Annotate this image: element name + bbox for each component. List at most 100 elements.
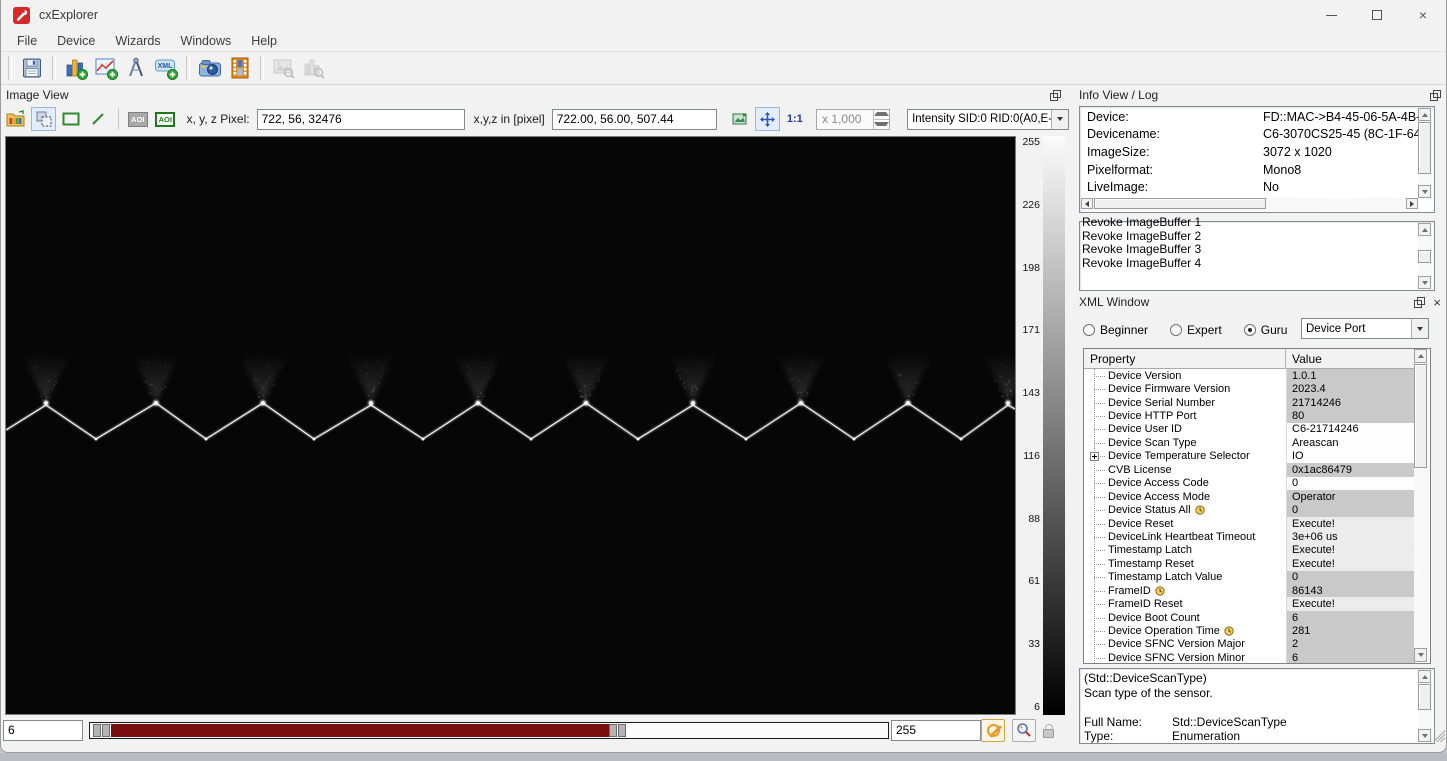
scroll-down-button[interactable] [1418,729,1431,742]
scroll-down-button[interactable] [1414,648,1427,662]
value-cell[interactable]: Operator [1286,489,1415,504]
menu-item-file[interactable]: File [7,32,47,50]
value-cell[interactable]: IO [1286,449,1415,464]
range-slider-left-handle[interactable] [93,723,101,737]
value-cell[interactable]: 0 [1286,476,1415,490]
spinner-up-button[interactable] [874,110,890,119]
table-row[interactable]: DeviceLink Heartbeat Timeout 3e+06 us [1084,530,1415,544]
table-vscrollbar[interactable] [1414,349,1429,662]
table-row[interactable]: Timestamp Latch Value 0 [1084,570,1415,584]
value-cell[interactable]: 2 [1286,637,1415,652]
pan-tool-button[interactable] [755,107,780,131]
radio-option-guru[interactable]: Guru [1243,323,1287,337]
export-image-button[interactable] [728,107,752,131]
table-row[interactable]: Device SFNC Version Major 2 [1084,637,1415,652]
value-cell[interactable]: 86143 [1286,584,1415,598]
maximize-button[interactable] [1354,0,1400,30]
table-row[interactable]: Device User ID C6-21714246 [1084,422,1415,437]
table-row[interactable]: Timestamp Latch Execute! [1084,543,1415,558]
table-row[interactable]: Device Operation Time 281 [1084,624,1415,638]
scroll-up-button[interactable] [1418,670,1431,683]
float-panel-icon[interactable] [1414,296,1426,308]
open-image-button[interactable] [4,107,28,131]
value-cell[interactable]: Areascan [1286,436,1415,450]
window-resize-grip[interactable] [1432,729,1445,742]
value-cell[interactable]: 1.0.1 [1286,369,1415,383]
scroll-thumb[interactable] [1414,364,1427,468]
table-row[interactable]: Device Firmware Version 2023.4 [1084,382,1415,396]
scroll-down-button[interactable] [1418,185,1431,198]
scroll-thumb[interactable] [1418,684,1431,710]
value-cell[interactable]: 3e+06 us [1286,530,1415,544]
spinner-down-button[interactable] [874,118,890,129]
menu-item-wizards[interactable]: Wizards [105,32,170,50]
scroll-left-button[interactable] [1081,198,1093,209]
table-row[interactable]: Device Scan Type Areascan [1084,436,1415,450]
zoom-1-1-button[interactable]: 1:1 [783,107,807,131]
draw-line-button[interactable] [86,107,110,131]
table-row[interactable]: Device Serial Number 21714246 [1084,395,1415,410]
aoi-button[interactable]: AOI [153,107,177,131]
table-row[interactable]: FrameID 86143 [1084,584,1415,598]
expander-plus-icon[interactable] [1090,451,1099,461]
log-vscrollbar[interactable] [1418,223,1433,289]
zoom-fit-button[interactable] [1012,718,1036,742]
scroll-thumb[interactable] [1418,122,1431,174]
radio-option-expert[interactable]: Expert [1170,323,1222,337]
radio-option-beginner[interactable]: Beginner [1083,323,1148,337]
scroll-thumb[interactable] [1418,250,1431,263]
value-cell[interactable]: 0 [1286,570,1415,584]
table-row[interactable]: Device Status All 0 [1084,503,1415,517]
range-min-field[interactable] [3,719,83,741]
table-row[interactable]: Device Access Code 0 [1084,476,1415,490]
value-cell[interactable]: 21714246 [1286,395,1415,410]
value-cell[interactable]: C6-21714246 [1286,422,1415,437]
value-cell[interactable]: 80 [1286,409,1415,423]
draw-rectangle-button[interactable] [59,107,83,131]
float-panel-icon[interactable] [1050,89,1061,101]
value-cell[interactable]: Execute! [1286,597,1415,611]
scroll-right-button[interactable] [1406,198,1418,209]
scroll-up-button[interactable] [1418,223,1431,236]
table-row[interactable]: Device Reset Execute! [1084,516,1415,531]
menu-item-device[interactable]: Device [47,32,105,50]
measure-button[interactable] [121,54,151,82]
stream-selector-dropdown[interactable]: Intensity SID:0 RID:0(A0,E-,S0) [907,108,1070,130]
table-row[interactable]: Device Version 1.0.1 [1084,369,1415,383]
image-canvas[interactable] [5,136,1033,715]
value-cell[interactable]: 6 [1286,610,1415,625]
table-row[interactable]: Device HTTP Port 80 [1084,409,1415,423]
close-panel-icon[interactable]: × [1433,296,1441,309]
scroll-down-button[interactable] [1418,276,1431,289]
description-vscrollbar[interactable] [1418,670,1433,742]
table-row[interactable]: Device Boot Count 6 [1084,610,1415,625]
value-cell[interactable]: 2023.4 [1286,382,1415,396]
pixel-coords-field[interactable] [256,108,465,130]
value-cell[interactable]: Execute! [1286,557,1415,571]
info-vscrollbar[interactable] [1418,108,1433,198]
minimize-button[interactable] [1308,0,1354,30]
dropdown-arrow-icon[interactable] [1411,319,1428,338]
select-tool-button[interactable] [31,107,56,131]
value-column-header[interactable]: Value [1286,349,1415,368]
value-cell[interactable]: 281 [1286,624,1415,638]
scroll-thumb[interactable] [1094,198,1266,209]
table-row[interactable]: CVB License 0x1ac86479 [1084,463,1415,477]
scroll-up-button[interactable] [1414,349,1427,363]
new-image-view-button[interactable] [61,54,91,82]
info-hscrollbar[interactable] [1081,198,1418,211]
table-row[interactable]: Device Access Mode Operator [1084,489,1415,504]
property-column-header[interactable]: Property [1084,349,1286,368]
table-row[interactable]: Timestamp Reset Execute! [1084,557,1415,571]
auto-range-button[interactable] [981,718,1005,742]
value-cell[interactable]: 0x1ac86479 [1286,463,1415,477]
float-panel-icon[interactable] [1430,89,1441,101]
value-cell[interactable]: Execute! [1286,543,1415,558]
range-slider-right-handle[interactable] [609,723,617,737]
range-slider-left-handle2[interactable] [102,723,110,737]
table-row[interactable]: FrameID Reset Execute! [1084,597,1415,611]
table-row[interactable]: Device Temperature Selector IO [1084,449,1415,464]
range-slider[interactable] [89,721,889,739]
value-cell[interactable]: 6 [1286,651,1415,663]
menu-item-windows[interactable]: Windows [171,32,242,50]
